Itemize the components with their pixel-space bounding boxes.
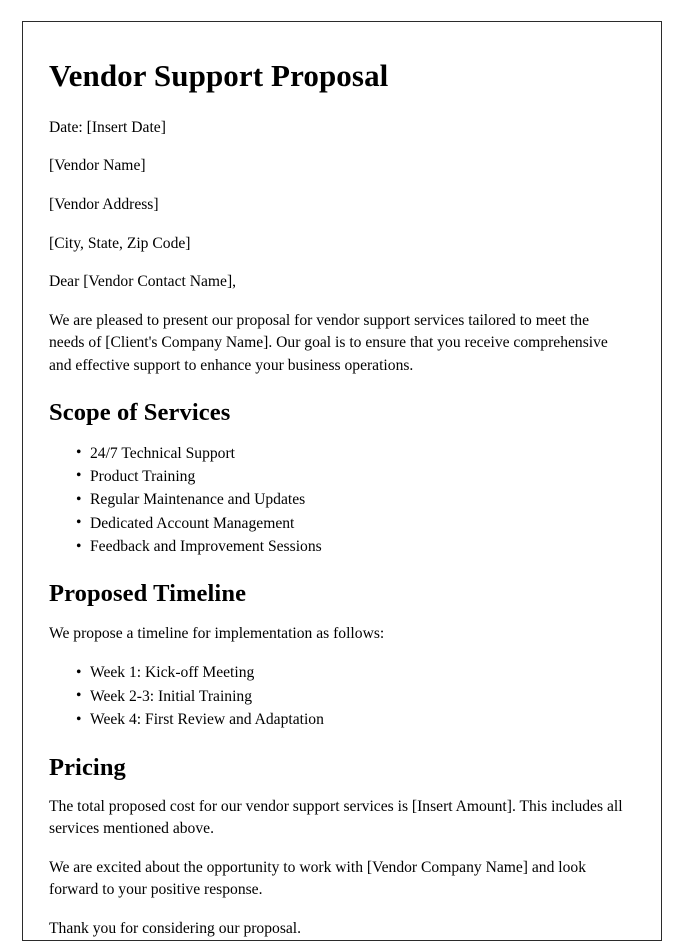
date-line: Date: [Insert Date] [49,118,166,136]
vendor-address-line: [Vendor Address] [49,195,159,213]
scope-of-services-heading: Scope of Services [49,399,231,427]
timeline-intro-paragraph: We propose a timeline for implementation… [49,624,385,642]
vendor-city-state-zip-line: [City, State, Zip Code] [49,234,191,252]
thank-you-line: Thank you for considering our proposal. [49,919,302,937]
closing-excitement-paragraph: We are excited about the opportunity to … [49,858,587,899]
list-item: Week 2-3: Initial Training [49,684,625,708]
list-item: Week 4: First Review and Adaptation [49,708,625,732]
pricing-heading: Pricing [49,753,126,781]
proposed-timeline-heading: Proposed Timeline [49,580,247,608]
list-item: Week 1: Kick-off Meeting [49,661,625,685]
document-page: Vendor Support Proposal Date: [Insert Da… [22,21,662,941]
list-item: Regular Maintenance and Updates [49,488,625,512]
list-item: Feedback and Improvement Sessions [49,535,625,559]
list-item: Product Training [49,464,625,488]
intro-paragraph: We are pleased to present our proposal f… [49,311,608,374]
page-title: Vendor Support Proposal [49,58,389,93]
vendor-name-line: [Vendor Name] [49,157,146,175]
proposed-timeline-list: Week 1: Kick-off Meeting Week 2-3: Initi… [49,661,625,732]
salutation-line: Dear [Vendor Contact Name], [49,273,237,291]
list-item: Dedicated Account Management [49,511,625,535]
scope-of-services-list: 24/7 Technical Support Product Training … [49,441,625,559]
list-item: 24/7 Technical Support [49,441,625,465]
pricing-paragraph: The total proposed cost for our vendor s… [49,797,623,838]
